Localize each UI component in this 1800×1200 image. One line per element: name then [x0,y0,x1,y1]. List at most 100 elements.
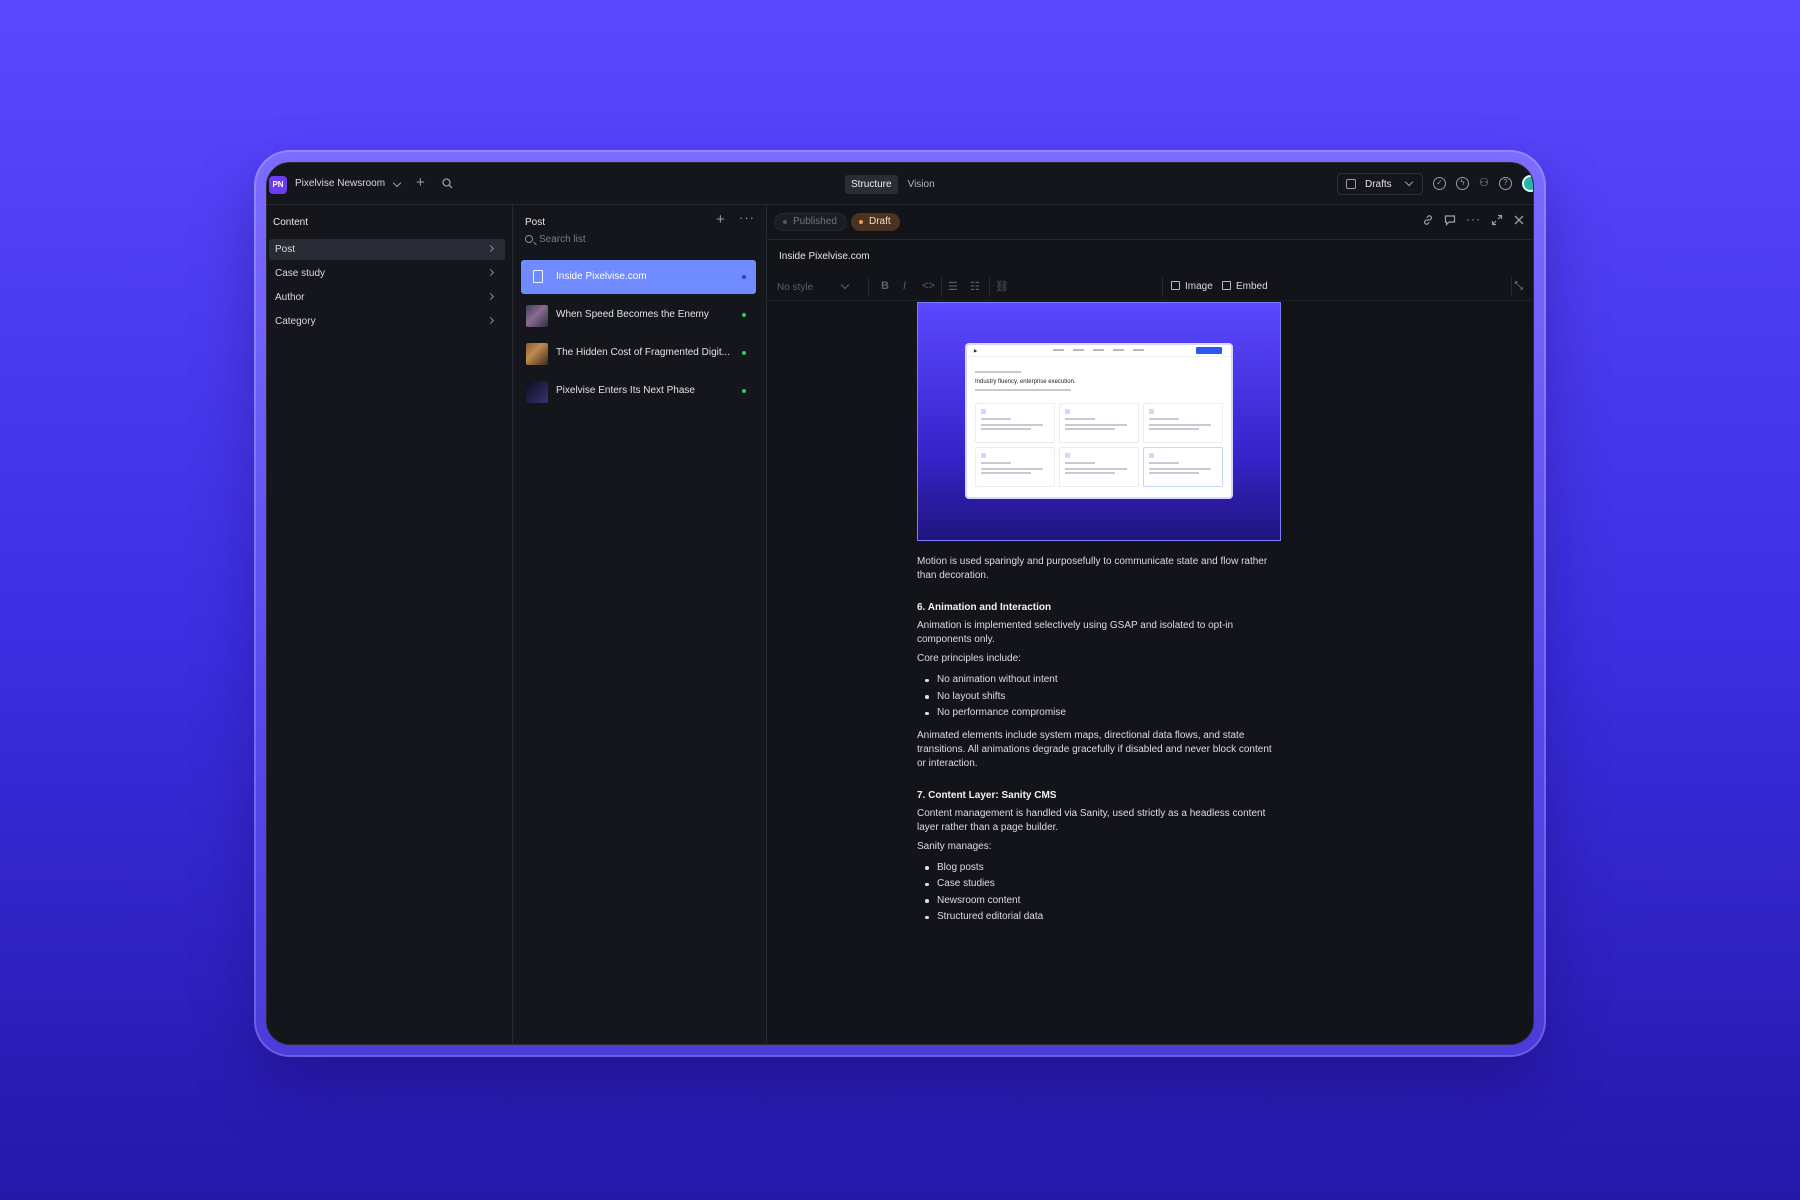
bold-button[interactable]: B [881,280,889,292]
preview-card [1143,447,1223,487]
close-icon[interactable] [1513,214,1525,229]
scrollbar[interactable] [1533,815,1534,945]
chevron-down-icon[interactable] [392,178,402,188]
perspective-select[interactable]: Drafts [1337,173,1423,195]
link-icon[interactable] [1422,214,1434,229]
status-dot [783,220,787,224]
nav-item-case-study[interactable]: Case study [269,263,505,284]
bullet-list-icon[interactable]: ☰ [948,280,958,293]
preview-card [1059,447,1139,487]
expand-icon[interactable] [1491,214,1503,229]
list-item[interactable]: Pixelvise Enters Its Next Phase [521,374,756,408]
divider [941,277,942,297]
users-icon[interactable]: ⚇ [1479,177,1489,190]
heading: 7. Content Layer: Sanity CMS [917,789,1057,801]
post-title: Pixelvise Enters Its Next Phase [556,385,695,396]
paragraph: Content management is handled via Sanity… [917,807,1266,833]
nav-item-category[interactable]: Category [269,311,505,332]
document-pane: Published Draft ··· Inside Pixelvise.com [767,205,1534,1044]
post-title: When Speed Becomes the Enemy [556,309,709,320]
insert-image-label: Image [1185,281,1213,292]
preview-card [975,447,1055,487]
nav-item-label: Case study [275,268,326,279]
nav-item-post[interactable]: Post [269,239,505,260]
style-select[interactable]: No style [777,280,850,293]
preview-nav: ▶ [967,345,1231,357]
editor-toolbar: No style B I <> ☰ ☷ ⛓ Image Embed ⤡ [767,273,1533,301]
post-thumbnail [526,381,548,403]
list-item[interactable]: The Hidden Cost of Fragmented Digit... [521,336,756,370]
check-circle-icon[interactable]: ✓ [1433,177,1446,190]
list-item: No animation without intent [917,672,1281,689]
style-label: No style [777,282,814,293]
list-item: Structured editorial data [917,909,1281,926]
workspace-name[interactable]: Pixelvise Newsroom [295,178,385,189]
status-label: Draft [869,216,891,227]
image-icon [1171,281,1180,290]
divider [868,277,869,297]
user-avatar[interactable] [1521,175,1533,192]
chevron-down-icon [1404,177,1414,187]
list-item[interactable]: Inside Pixelvise.com [521,260,756,294]
bullet-list: No animation without intent No layout sh… [917,672,1281,722]
collapse-icon[interactable]: ⤡ [1514,280,1523,293]
tab-structure[interactable]: Structure [845,175,898,194]
content-pane-title: Content [273,217,309,228]
help-icon[interactable]: ? [1498,177,1512,190]
numbered-list-icon[interactable]: ☷ [970,280,980,293]
editor-content[interactable]: ▶ Industry fluency, enterprise execution… [917,302,1281,926]
search-icon [525,235,533,243]
nav-item-label: Author [275,292,305,303]
italic-button[interactable]: I [903,280,906,292]
divider [767,239,1533,240]
list-item[interactable]: When Speed Becomes the Enemy [521,298,756,332]
insert-embed-button[interactable]: Embed [1222,281,1268,292]
document-actions: ··· [1422,213,1525,229]
list-item: Newsroom content [917,893,1281,910]
post-thumbnail [526,343,548,365]
preview-subtitle [975,389,1071,391]
mode-tabs: Structure Vision [845,175,941,194]
divider [989,277,990,297]
divider [1162,277,1163,297]
insert-image-button[interactable]: Image [1171,281,1213,292]
chevron-right-icon [486,268,495,277]
heading: 6. Animation and Interaction [917,602,1052,613]
divider [1511,277,1512,297]
status-dot [859,220,863,224]
status-dot [742,351,746,355]
chevron-down-icon [840,280,850,290]
status-draft-tab[interactable]: Draft [851,213,900,231]
paragraph: Motion is used sparingly and purposefull… [917,556,1268,581]
link-icon[interactable]: ⛓ [995,280,1009,293]
top-bar: PN Pixelvise Newsroom + Structure Vision… [267,163,1533,205]
plus-icon[interactable]: + [416,175,425,190]
search-icon[interactable] [442,177,453,191]
embed-icon [1222,281,1231,290]
list-item: No layout shifts [917,689,1281,706]
preview-headline: Industry fluency, enterprise execution. [975,379,1076,385]
plus-icon[interactable]: + [716,212,725,227]
workspace-avatar[interactable]: PN [269,176,287,194]
code-icon[interactable]: <> [922,280,935,292]
preview-card [975,403,1055,443]
more-icon[interactable]: ··· [1466,213,1481,229]
top-right-icons: ✓ ϟ ⚇ ? [1433,175,1533,192]
chevron-right-icon [486,292,495,301]
studio-window: PN Pixelvise Newsroom + Structure Vision… [266,162,1534,1045]
status-label: Published [793,216,837,227]
status-dot [742,275,746,279]
document-title: Inside Pixelvise.com [779,251,870,262]
preview-cta [1196,347,1222,354]
bolt-icon[interactable]: ϟ [1456,177,1469,190]
tab-vision[interactable]: Vision [902,175,941,194]
nav-item-label: Post [275,244,296,255]
comment-icon[interactable] [1444,214,1456,229]
status-published-tab[interactable]: Published [774,213,847,231]
preview-card [1143,403,1223,443]
more-icon[interactable]: ··· [739,211,755,225]
list-item: No performance compromise [917,705,1281,722]
document-icon [533,270,543,283]
hero-image[interactable]: ▶ Industry fluency, enterprise execution… [917,302,1281,541]
nav-item-author[interactable]: Author [269,287,505,308]
